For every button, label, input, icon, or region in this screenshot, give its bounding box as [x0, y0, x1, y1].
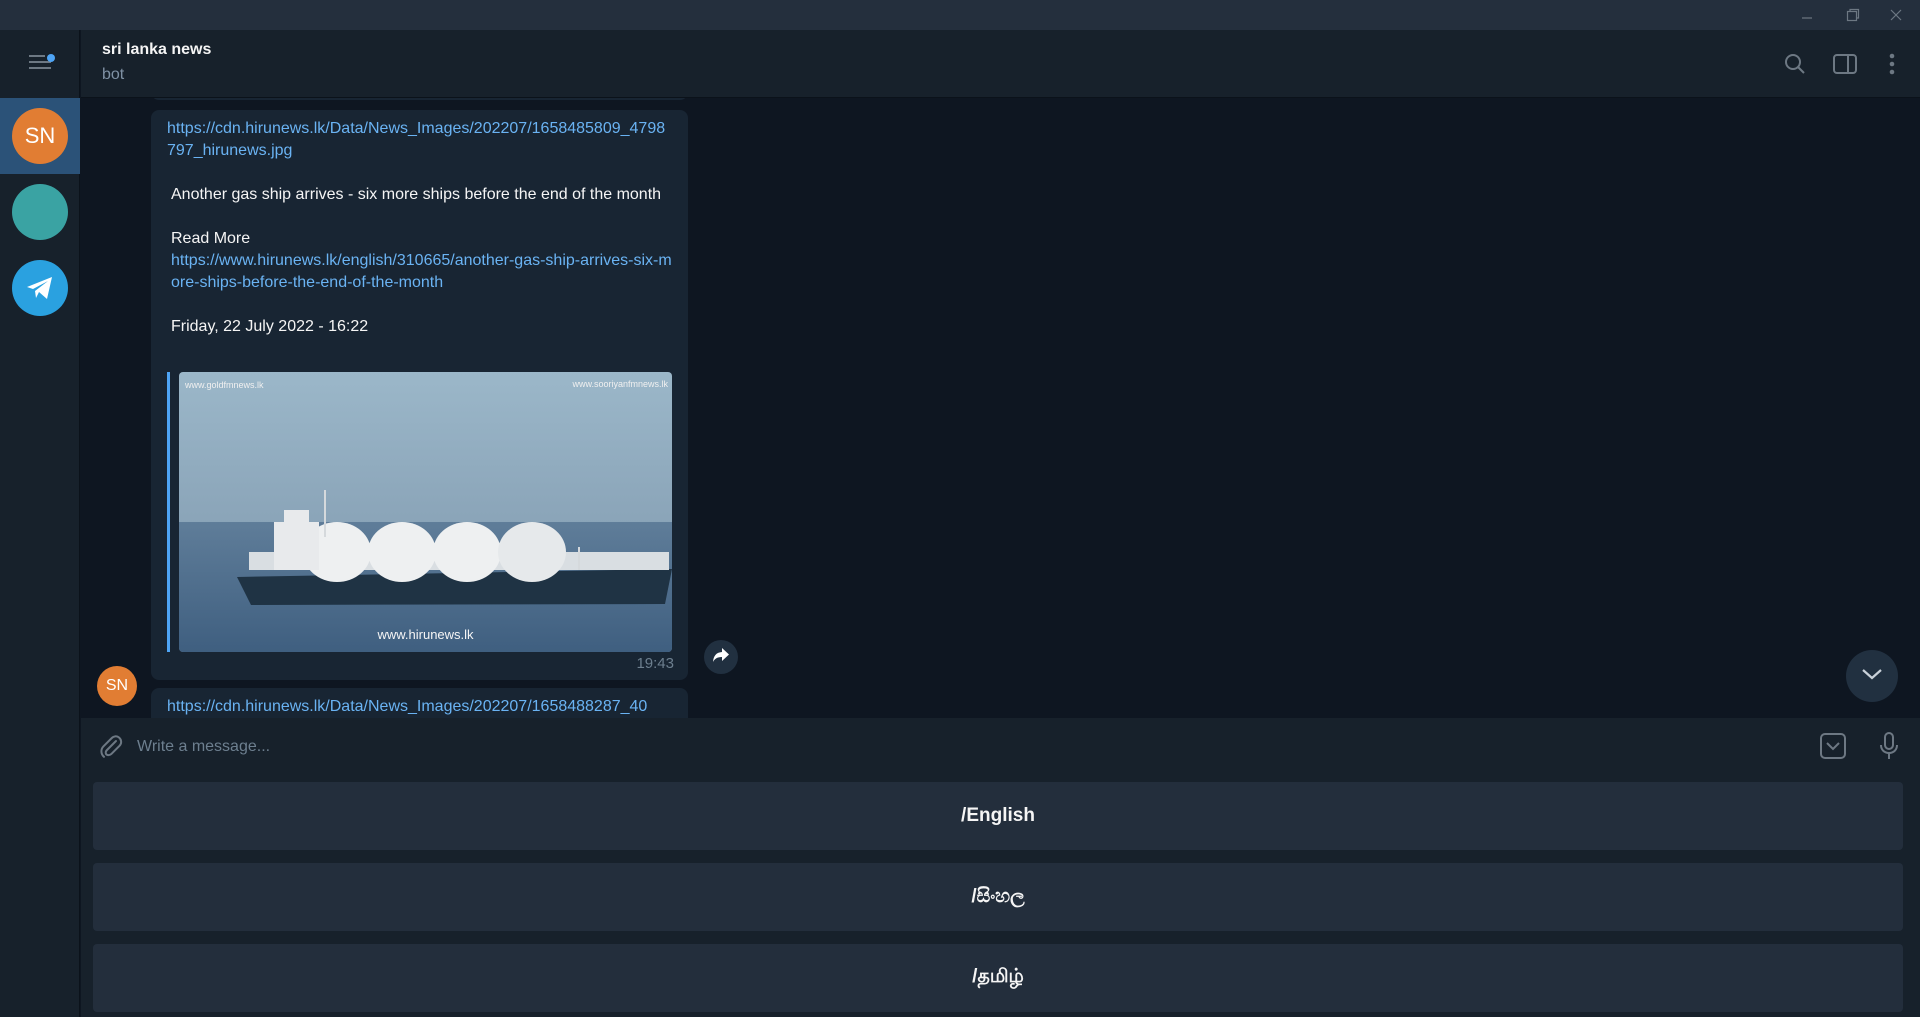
link-preview[interactable]: www.goldfmnews.lk www.sooriyanfmnews.lk …: [167, 372, 672, 652]
article-link[interactable]: https://www.hirunews.lk/english/310665/a…: [171, 252, 672, 291]
image-link[interactable]: https://cdn.hirunews.lk/Data/News_Images…: [167, 698, 647, 715]
chat-folders-sidebar: SN: [0, 30, 80, 1017]
keyboard-button-english[interactable]: /English: [93, 782, 1903, 850]
chevron-down-icon: [1861, 667, 1883, 686]
sidebar-toggle-icon[interactable]: [1825, 44, 1865, 84]
ship-image[interactable]: www.goldfmnews.lk www.sooriyanfmnews.lk …: [179, 372, 672, 652]
scroll-to-bottom-button[interactable]: [1846, 650, 1898, 702]
keyboard-button-tamil[interactable]: /தமிழ்: [93, 944, 1903, 1012]
image-watermark-bottom: www.hirunews.lk: [377, 627, 474, 642]
bot-keyboard-icon[interactable]: [1813, 726, 1853, 766]
message-list[interactable]: https://cdn.hirunews.lk/Data/News_Images…: [81, 98, 1920, 718]
restore-icon[interactable]: [1833, 0, 1873, 30]
share-button[interactable]: [704, 640, 738, 674]
close-icon[interactable]: [1876, 0, 1916, 30]
image-watermark-left: www.goldfmnews.lk: [185, 380, 264, 390]
message-date: Friday, 22 July 2022 - 16:22: [171, 318, 369, 335]
telegram-icon: [12, 260, 68, 316]
chat-avatar-telegram[interactable]: [0, 250, 80, 326]
paperclip-icon[interactable]: [91, 726, 131, 766]
message-input[interactable]: [135, 730, 1739, 764]
chat-avatar-teal[interactable]: [0, 174, 80, 250]
chat-avatar-sri-lanka-news[interactable]: SN: [0, 98, 80, 174]
message-bubble[interactable]: https://cdn.hirunews.lk/Data/News_Images…: [151, 110, 688, 680]
chat-header[interactable]: sri lanka news bot: [81, 30, 1920, 98]
search-icon[interactable]: [1775, 44, 1815, 84]
image-watermark-right: www.sooriyanfmnews.lk: [572, 379, 668, 389]
image-link[interactable]: https://cdn.hirunews.lk/Data/News_Images…: [167, 120, 665, 159]
share-arrow-icon: [712, 647, 730, 668]
unread-dot: [47, 54, 55, 62]
microphone-icon[interactable]: [1869, 726, 1909, 766]
avatar: [12, 184, 68, 240]
message-time: 19:43: [636, 655, 674, 672]
chat-title: sri lanka news: [102, 41, 212, 58]
window-titlebar: [0, 0, 1920, 30]
message-bubble[interactable]: https://cdn.hirunews.lk/Data/News_Images…: [151, 688, 688, 718]
read-more-label: Read More: [171, 230, 251, 247]
message-composer: [81, 718, 1920, 774]
keyboard-button-sinhala[interactable]: /සිංහල: [93, 863, 1903, 931]
message-headline: Another gas ship arrives - six more ship…: [171, 186, 662, 203]
minimize-icon[interactable]: [1787, 0, 1827, 30]
avatar: SN: [12, 108, 68, 164]
bot-keyboard: /English /සිංහල /தமிழ்: [81, 774, 1920, 1017]
previous-message-bubble: [151, 98, 688, 100]
more-vertical-icon[interactable]: [1872, 44, 1912, 84]
chat-status: bot: [102, 66, 125, 83]
sender-avatar[interactable]: SN: [97, 666, 137, 706]
main-menu-button[interactable]: [0, 30, 80, 98]
